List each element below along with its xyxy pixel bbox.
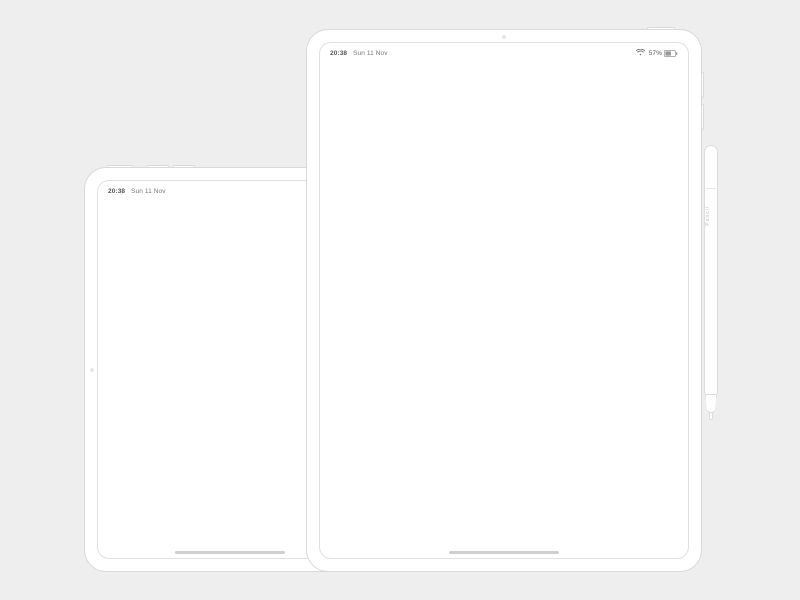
status-date: Sun 11 Nov [353,50,387,57]
battery-text: 57% [649,50,662,57]
volume-down-button [701,104,704,130]
status-time: 20:38 [108,188,125,195]
ipad-large-screen[interactable]: 20:38 Sun 11 Nov 57% [319,42,689,559]
volume-up-button [701,72,704,98]
status-bar: 20:38 Sun 11 Nov 57% [330,47,678,59]
apple-pencil: Pencil [704,145,718,423]
volume-up-button [147,165,169,168]
status-time: 20:38 [330,50,347,57]
front-camera-icon [90,368,94,372]
power-button [647,27,675,30]
battery-icon [664,50,678,57]
mockup-canvas: 20:38 Sun 11 Nov 20:38 Sun 11 Nov [0,0,800,600]
pencil-cap-seam [706,188,716,189]
pencil-tip [704,395,718,421]
volume-down-button [173,165,195,168]
ipad-large-frame: 20:38 Sun 11 Nov 57% [306,29,702,572]
status-date: Sun 11 Nov [131,188,165,195]
pencil-label: Pencil [705,206,719,226]
battery-indicator: 57% [649,50,678,57]
front-camera-icon [502,35,506,39]
wifi-icon [636,49,645,58]
home-indicator[interactable] [449,551,559,554]
home-indicator[interactable] [175,551,285,554]
pencil-body: Pencil [704,145,718,395]
power-button [107,165,133,168]
